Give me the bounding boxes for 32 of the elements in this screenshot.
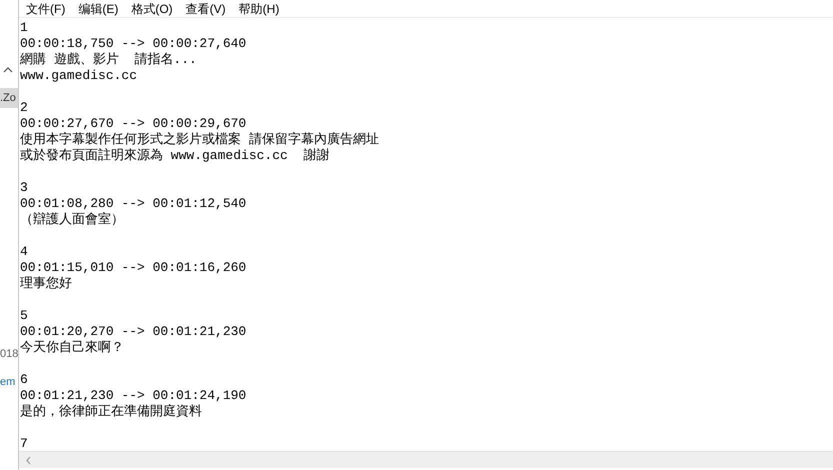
subtitle-timecode: 00:01:21,230 --> 00:01:24,190 (20, 388, 246, 404)
window-text: .Zo (0, 88, 18, 108)
subtitle-timecode: 00:01:08,280 --> 00:01:12,540 (20, 196, 246, 212)
subtitle-text: www.gamedisc.cc (20, 68, 138, 84)
window-text: em (0, 375, 16, 390)
menu-item[interactable]: 帮助(H) (238, 0, 280, 16)
subtitle-index: 1 (20, 20, 28, 36)
subtitle-index: 3 (20, 180, 28, 196)
menu-item[interactable]: 编辑(E) (78, 0, 118, 16)
subtitle-index: 6 (20, 372, 28, 388)
subtitle-text: （辯護人面會室） (20, 212, 124, 228)
subtitle-timecode: 00:01:20,270 --> 00:01:21,230 (20, 324, 246, 340)
subtitle-timecode: 00:00:27,670 --> 00:00:29,670 (20, 116, 246, 132)
subtitle-text: 理事您好 (20, 276, 72, 292)
subtitle-index: 4 (20, 244, 28, 260)
subtitle-timecode: 00:00:18,750 --> 00:00:27,640 (20, 36, 246, 52)
subtitle-timecode: 00:01:15,010 --> 00:01:16,260 (20, 260, 246, 276)
subtitle-text: 網購 遊戲、影片 請指名... (20, 52, 197, 68)
menu-item[interactable]: 查看(V) (186, 0, 226, 16)
window-text: 018 (0, 347, 18, 362)
horizontal-scrollbar[interactable] (19, 451, 833, 468)
subtitle-index: 7 (20, 436, 28, 451)
subtitle-text: 是的，徐律師正在準備開庭資料 (20, 404, 202, 420)
subtitle-text: 今天你自己來啊？ (20, 340, 124, 356)
chevron-up-icon (3, 66, 13, 74)
subtitle-index: 2 (20, 100, 28, 116)
subtitle-index: 5 (20, 308, 28, 324)
subtitle-text: 或於發布頁面註明來源為 www.gamedisc.cc 謝謝 (20, 148, 330, 164)
scroll-left-icon[interactable] (25, 456, 32, 464)
menu-item[interactable]: 格式(O) (131, 0, 173, 16)
menu-item[interactable]: 文件(F) (26, 0, 66, 16)
subtitle-text: 使用本字幕製作任何形式之影片或檔案 請保留字幕內廣告網址 (20, 132, 379, 148)
